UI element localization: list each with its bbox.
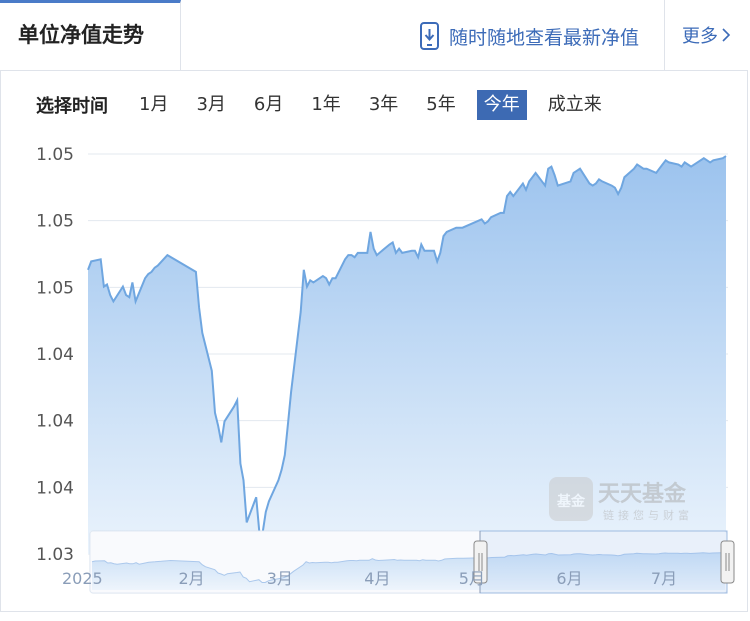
navigator-x-label: 4月 — [364, 569, 390, 588]
navigator-x-label: 5月 — [459, 569, 485, 588]
mobile-app-link[interactable]: 随时随地查看最新净值 — [420, 20, 639, 52]
y-tick-label: 1.05 — [36, 278, 74, 298]
watermark-logo-text: 基金 — [557, 493, 586, 510]
more-link[interactable]: 更多 — [664, 0, 748, 70]
watermark-slogan: 链接您与财富 — [603, 508, 693, 522]
time-range-selector: 选择时间 1月 3月 6月 1年 3年 5年 今年 成立来 — [36, 88, 623, 122]
y-tick-label: 1.04 — [36, 478, 74, 498]
y-tick-label: 1.04 — [36, 412, 74, 432]
navigator-x-label: 2月 — [179, 569, 205, 588]
watermark: 基金 天天基金 链接您与财富 — [549, 477, 693, 522]
chevron-right-icon — [722, 28, 731, 42]
range-button-6m[interactable]: 6月 — [247, 90, 290, 120]
watermark-name: 天天基金 — [598, 481, 687, 507]
tab-nav-trend[interactable]: 单位净值走势 — [0, 0, 181, 70]
y-tick-label: 1.05 — [36, 145, 74, 165]
phone-download-icon — [420, 22, 439, 50]
range-button-5y[interactable]: 5年 — [419, 90, 462, 120]
nav-trend-chart: 1.05 1.05 1.05 1.04 1.04 1.04 1.03 基金 天天基金 链接您… — [36, 145, 735, 594]
range-button-ytd[interactable]: 今年 — [476, 90, 527, 120]
navigator-x-label: 7月 — [651, 569, 677, 588]
range-navigator[interactable]: 2025 2月 3月 4月 5月 6月 7月 — [62, 530, 735, 594]
navigator-x-label: 6月 — [556, 569, 582, 588]
y-axis: 1.05 1.05 1.05 1.04 1.04 1.04 1.03 — [36, 145, 74, 565]
navigator-x-label: 3月 — [267, 569, 293, 588]
range-button-3m[interactable]: 3月 — [189, 90, 232, 120]
range-button-1y[interactable]: 1年 — [304, 90, 347, 120]
navigator-right-handle[interactable] — [720, 540, 735, 584]
mobile-app-link-label: 随时随地查看最新净值 — [449, 26, 640, 49]
more-link-label: 更多 — [682, 26, 718, 47]
y-tick-label: 1.05 — [36, 212, 74, 232]
range-button-3y[interactable]: 3年 — [362, 90, 405, 120]
time-range-label: 选择时间 — [36, 96, 108, 117]
navigator-selection[interactable] — [479, 530, 728, 594]
range-button-1m[interactable]: 1月 — [132, 90, 175, 120]
y-tick-label: 1.04 — [36, 345, 74, 365]
range-button-since-inception[interactable]: 成立来 — [541, 90, 609, 120]
y-tick-label: 1.03 — [36, 545, 74, 565]
panel-header: 单位净值走势 随时随地查看最新净值 更多 — [0, 0, 748, 71]
navigator-x-label: 2025 — [62, 569, 103, 588]
